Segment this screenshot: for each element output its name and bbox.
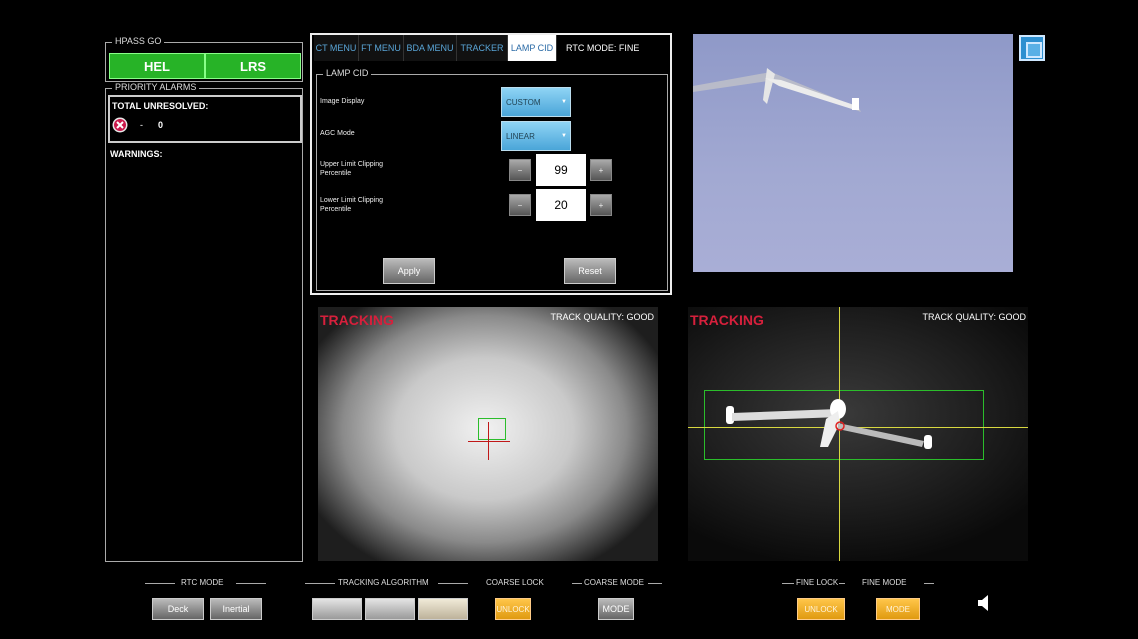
plus-icon: + xyxy=(598,165,604,175)
minus-icon: − xyxy=(517,200,523,210)
chevron-down-icon: ▼ xyxy=(561,133,567,139)
fine-lock-label: FINE LOCK xyxy=(796,578,839,587)
plus-icon: + xyxy=(598,200,604,210)
tab-ft-menu[interactable]: FT MENU xyxy=(359,35,404,61)
track-quality: TRACK QUALITY: GOOD xyxy=(550,312,654,322)
algorithm-option-2[interactable] xyxy=(365,598,415,620)
tracking-status: TRACKING xyxy=(320,312,394,328)
alarm-dash: - xyxy=(140,120,143,130)
fine-mode-line-right xyxy=(924,583,934,584)
coarse-mode-label: COARSE MODE xyxy=(584,578,645,587)
upper-increment-button[interactable]: + xyxy=(590,159,612,181)
algorithm-option-1[interactable] xyxy=(312,598,362,620)
image-display-value: CUSTOM xyxy=(506,97,541,107)
lower-limit-label: Lower Limit Clipping Percentile xyxy=(320,197,384,213)
daylight-camera-view xyxy=(693,34,1013,272)
coarse-tracking-view: TRACKING TRACK QUALITY: GOOD xyxy=(318,307,658,561)
coarse-mode-line-right xyxy=(648,583,662,584)
fine-tracking-view: TRACKING TRACK QUALITY: GOOD xyxy=(688,307,1028,561)
lamp-cid-title: LAMP CID xyxy=(323,68,372,78)
tab-ct-menu[interactable]: CT MENU xyxy=(314,35,359,61)
upper-limit-field[interactable]: 99 xyxy=(536,154,586,186)
agc-mode-value: LINEAR xyxy=(506,131,535,141)
rtc-mode-status: RTC MODE: FINE xyxy=(566,43,640,53)
alarm-count: 0 xyxy=(158,120,164,130)
algorithm-option-3[interactable] xyxy=(418,598,468,620)
lower-limit-field[interactable]: 20 xyxy=(536,189,586,221)
priority-alarms-title: PRIORITY ALARMS xyxy=(112,82,200,92)
track-box xyxy=(478,418,506,440)
warnings-label: WARNINGS: xyxy=(110,149,163,159)
image-display-select[interactable]: CUSTOM ▼ xyxy=(501,87,571,117)
fine-mode-label: FINE MODE xyxy=(862,578,907,587)
coarse-mode-line-left xyxy=(572,583,582,584)
lower-increment-button[interactable]: + xyxy=(590,194,612,216)
agc-mode-select[interactable]: LINEAR ▼ xyxy=(501,121,571,151)
tab-bda-menu[interactable]: BDA MENU xyxy=(404,35,457,61)
upper-limit-label: Upper Limit Clipping Percentile xyxy=(320,161,384,177)
tab-tracker[interactable]: TRACKER xyxy=(457,35,508,61)
coarse-lock-label: COARSE LOCK xyxy=(486,578,544,587)
rtc-mode-label: RTC MODE xyxy=(181,578,224,587)
chevron-down-icon: ▼ xyxy=(561,99,567,105)
tracking-algorithm-line-right xyxy=(438,583,468,584)
x-circle-icon xyxy=(112,117,128,133)
rtc-mode-line-left xyxy=(145,583,175,584)
hel-button[interactable]: HEL xyxy=(109,53,205,79)
crosshair-h xyxy=(468,441,510,442)
coarse-mode-button[interactable]: MODE xyxy=(598,598,634,620)
menu-panel: CT MENU FT MENU BDA MENU TRACKER LAMP CI… xyxy=(310,33,672,295)
speaker-icon[interactable] xyxy=(976,593,992,613)
deck-button[interactable]: Deck xyxy=(152,598,204,620)
agc-mode-label: AGC Mode xyxy=(320,130,355,137)
rtc-mode-line-right xyxy=(236,583,266,584)
window-icon[interactable] xyxy=(1019,35,1045,61)
total-unresolved-label: TOTAL UNRESOLVED: xyxy=(112,101,209,111)
thermal-aircraft xyxy=(726,399,932,449)
minus-icon: − xyxy=(517,165,523,175)
hpass-title: HPASS GO xyxy=(112,36,165,46)
coarse-unlock-button[interactable]: UNLOCK xyxy=(495,598,531,620)
lower-decrement-button[interactable]: − xyxy=(509,194,531,216)
image-display-label: Image Display xyxy=(320,98,365,105)
apply-button[interactable]: Apply xyxy=(383,258,435,284)
reset-button[interactable]: Reset xyxy=(564,258,616,284)
fine-lock-line-right xyxy=(839,583,845,584)
tracking-algorithm-label: TRACKING ALGORITHM xyxy=(338,578,429,587)
tracking-algorithm-line-left xyxy=(305,583,335,584)
upper-decrement-button[interactable]: − xyxy=(509,159,531,181)
fine-lock-line-left xyxy=(782,583,794,584)
tab-lamp-cid[interactable]: LAMP CID xyxy=(508,35,557,61)
inertial-button[interactable]: Inertial xyxy=(210,598,262,620)
aircraft-image xyxy=(693,68,861,112)
priority-alarms-group: PRIORITY ALARMS xyxy=(105,82,303,562)
fine-mode-button[interactable]: MODE xyxy=(876,598,920,620)
fine-unlock-button[interactable]: UNLOCK xyxy=(797,598,845,620)
lrs-button[interactable]: LRS xyxy=(205,53,301,79)
